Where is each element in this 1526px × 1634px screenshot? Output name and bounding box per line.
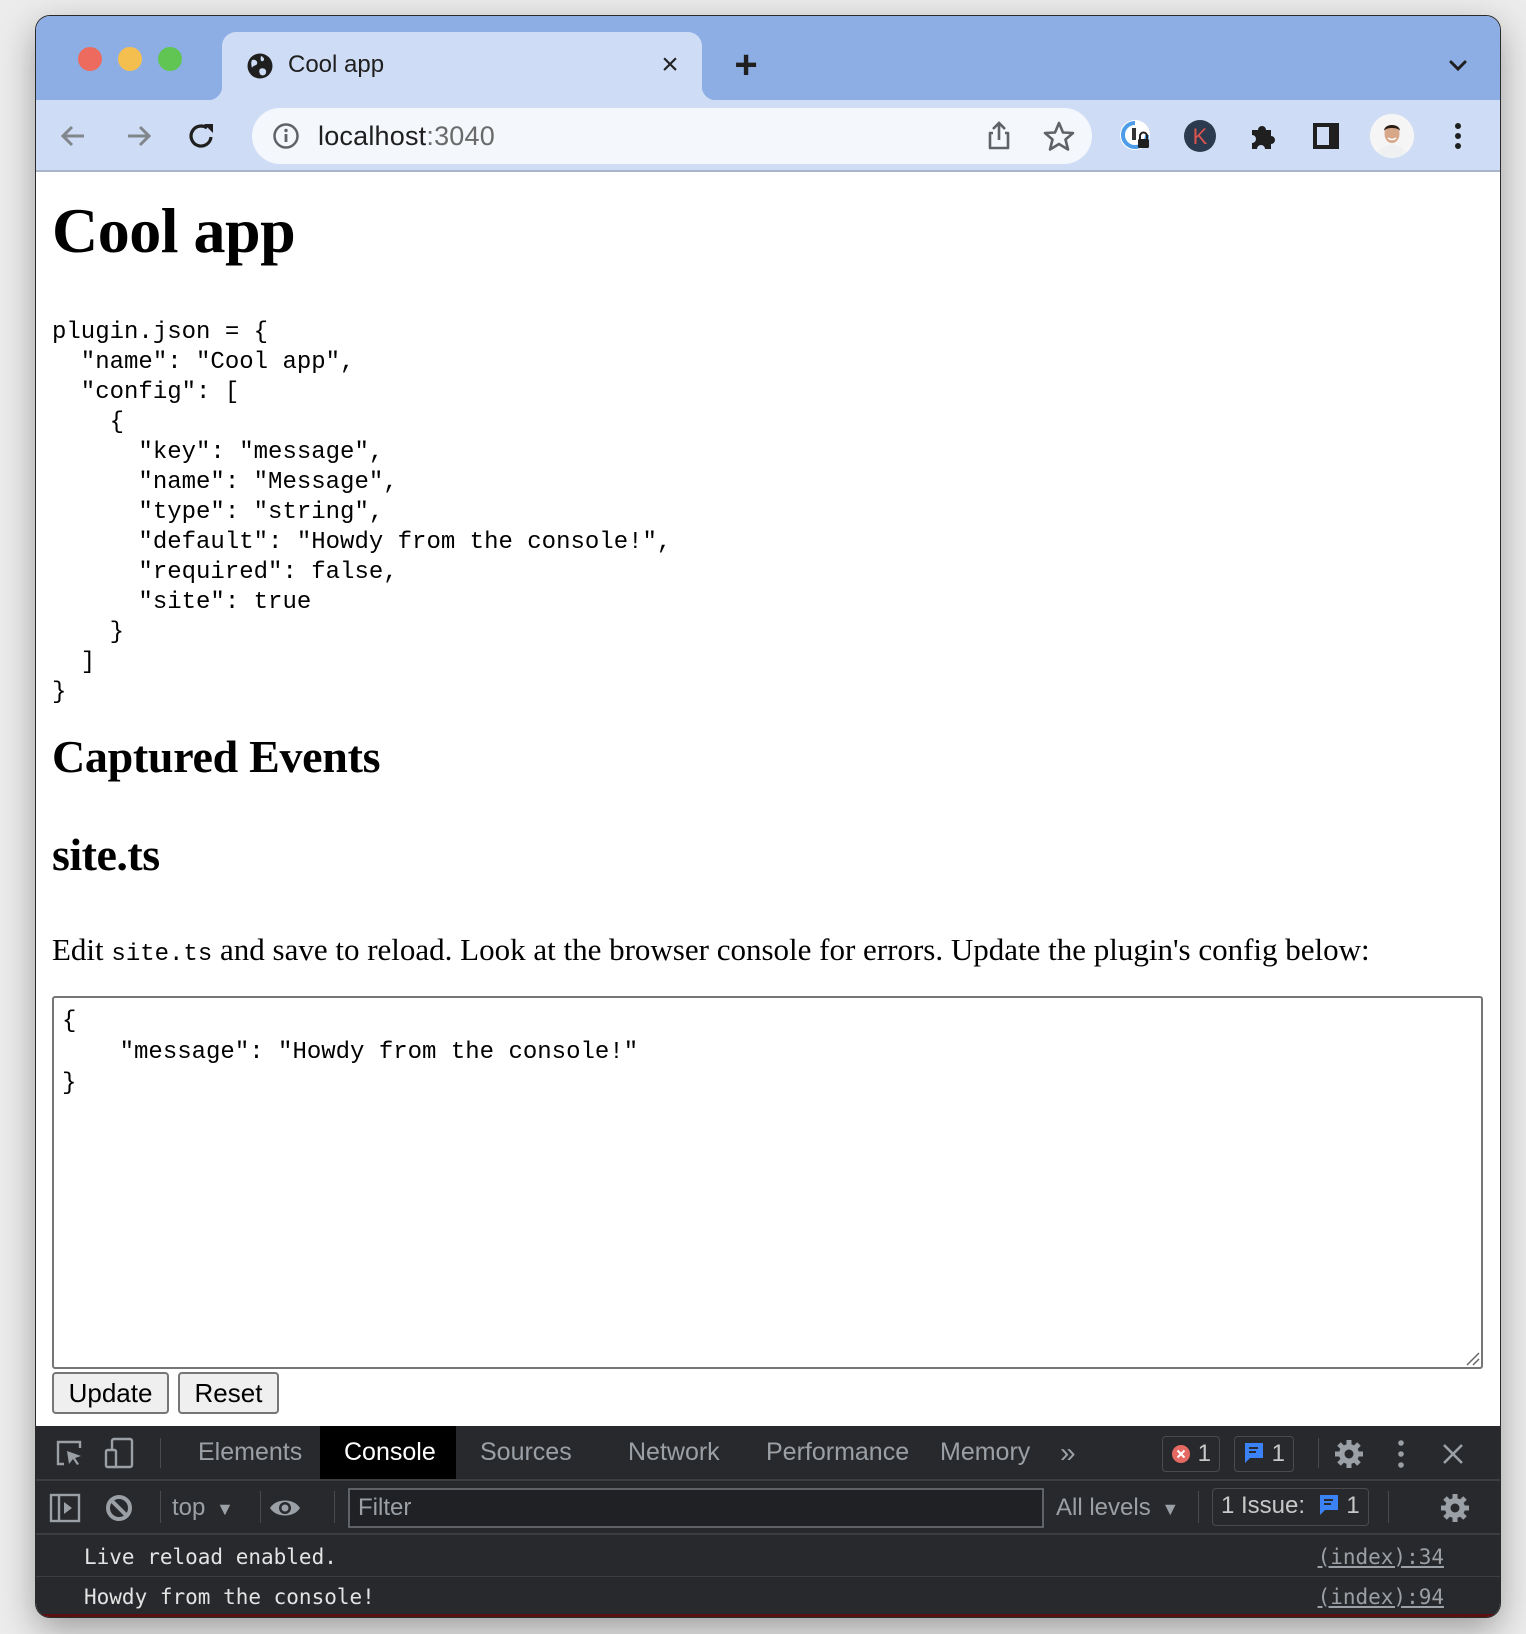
instructions-suffix: and save to reload. Look at the browser …	[212, 932, 1370, 967]
svg-text:K: K	[1193, 124, 1208, 149]
issues-count: 1	[1346, 1492, 1360, 1519]
separator	[160, 1491, 161, 1523]
window-minimize-button[interactable]	[118, 47, 142, 71]
message-icon	[1245, 1443, 1263, 1463]
settings-gear-icon[interactable]	[1332, 1437, 1366, 1471]
message-count-badge[interactable]: 1	[1234, 1436, 1295, 1472]
log-levels-label: All levels	[1056, 1494, 1151, 1521]
log-levels-dropdown[interactable]: All levels ▼	[1056, 1494, 1179, 1522]
page-title: Cool app	[52, 195, 296, 266]
plugin-json-block: plugin.json = { "name": "Cool app", "con…	[52, 319, 672, 706]
separator	[334, 1491, 335, 1523]
live-expression-eye-icon[interactable]	[268, 1491, 302, 1525]
devtools-panel: Elements Console Sources Network Perform…	[36, 1426, 1500, 1617]
log-message: Live reload enabled.	[84, 1545, 337, 1569]
address-bar[interactable]: localhost:3040	[252, 108, 1092, 164]
url-port: :3040	[426, 121, 495, 151]
clear-console-icon[interactable]	[102, 1491, 136, 1525]
forward-arrow-icon[interactable]	[120, 118, 156, 154]
device-toolbar-icon[interactable]	[102, 1436, 136, 1470]
browser-window: Cool app × + localhost:3040 K Cool app p…	[36, 16, 1500, 1617]
issues-label: 1 Issue:	[1221, 1492, 1306, 1519]
log-source-link[interactable]: (index):34	[1318, 1545, 1444, 1569]
devtools-tab-console[interactable]: Console	[320, 1426, 456, 1479]
update-button[interactable]: Update	[52, 1372, 169, 1414]
window-close-button[interactable]	[78, 47, 102, 71]
log-source-link[interactable]: (index):94	[1318, 1585, 1444, 1609]
separator	[260, 1491, 261, 1523]
window-maximize-button[interactable]	[158, 47, 182, 71]
issue-message-icon	[1319, 1495, 1338, 1515]
kebab-menu-icon[interactable]	[1440, 118, 1476, 154]
issues-badge[interactable]: 1 Issue: 1	[1212, 1488, 1369, 1526]
separator	[1388, 1491, 1389, 1523]
k-extension-icon[interactable]: K	[1182, 118, 1218, 154]
back-arrow-icon[interactable]	[56, 118, 92, 154]
puzzle-icon[interactable]	[1246, 118, 1282, 154]
reload-icon[interactable]	[184, 118, 220, 154]
context-label: top	[172, 1494, 206, 1521]
devtools-tab-row: Elements Console Sources Network Perform…	[36, 1426, 1500, 1481]
reset-button[interactable]: Reset	[178, 1372, 279, 1414]
page-content: Cool app plugin.json = { "name": "Cool a…	[36, 174, 1500, 1426]
console-settings-gear-icon[interactable]	[1438, 1491, 1472, 1525]
resize-grip-icon[interactable]	[1464, 1350, 1480, 1366]
devtools-more-icon[interactable]	[1384, 1437, 1418, 1471]
tab-strip: Cool app × +	[36, 16, 1500, 100]
error-count: 1	[1197, 1440, 1212, 1467]
separator	[1198, 1491, 1199, 1523]
devtools-tab-performance[interactable]: Performance	[742, 1426, 933, 1479]
separator	[160, 1438, 161, 1468]
context-selector[interactable]: top ▼	[172, 1494, 234, 1522]
tab-close-icon[interactable]: ×	[656, 50, 684, 80]
more-tabs-button[interactable]: »	[1036, 1426, 1100, 1479]
site-ts-heading: site.ts	[52, 829, 160, 880]
context-dropdown-icon: ▼	[216, 1499, 234, 1519]
inspect-element-icon[interactable]	[52, 1436, 86, 1470]
devtools-tab-elements[interactable]: Elements	[174, 1426, 326, 1479]
log-message: Howdy from the console!	[84, 1585, 375, 1609]
console-filter-row: top ▼ All levels ▼ 1 Issue: 1	[36, 1481, 1500, 1535]
bookmark-star-icon[interactable]	[1042, 120, 1076, 152]
instructions-prefix: Edit	[52, 932, 112, 967]
devtools-tab-network[interactable]: Network	[604, 1426, 744, 1479]
message-count: 1	[1271, 1440, 1286, 1467]
levels-dropdown-icon: ▼	[1161, 1499, 1180, 1519]
separator	[1318, 1438, 1319, 1468]
console-log-row: Live reload enabled. (index):34	[36, 1537, 1500, 1577]
console-filter-input[interactable]	[348, 1488, 1044, 1528]
chevron-down-icon[interactable]	[1444, 52, 1472, 80]
console-sidebar-icon[interactable]	[48, 1491, 82, 1525]
error-icon	[1172, 1445, 1190, 1463]
avatar-photo-icon	[1370, 114, 1414, 158]
sidebar-icon[interactable]	[1308, 118, 1344, 154]
url-host: localhost	[318, 121, 427, 151]
console-log-row: Howdy from the console! (index):94	[36, 1577, 1500, 1617]
profile-avatar[interactable]	[1370, 114, 1414, 158]
captured-events-heading: Captured Events	[52, 731, 381, 782]
devtools-close-icon[interactable]	[1436, 1437, 1470, 1471]
devtools-tab-memory[interactable]: Memory	[916, 1426, 1054, 1479]
globe-icon	[247, 53, 273, 79]
config-textarea[interactable]: { "message": "Howdy from the console!" }	[52, 996, 1483, 1369]
new-tab-button[interactable]: +	[728, 45, 764, 85]
devtools-tab-sources[interactable]: Sources	[456, 1426, 596, 1479]
1password-icon[interactable]	[1118, 118, 1154, 154]
url-text[interactable]: localhost:3040	[318, 121, 495, 152]
instructions-code: site.ts	[111, 941, 213, 968]
instructions-text: Edit site.ts and save to reload. Look at…	[52, 932, 1370, 968]
info-icon[interactable]	[272, 122, 300, 150]
browser-toolbar: localhost:3040 K	[36, 100, 1500, 172]
share-icon[interactable]	[984, 120, 1014, 152]
tab-title: Cool app	[288, 51, 385, 78]
devtools-bottom-border	[36, 1614, 1500, 1617]
error-count-badge[interactable]: 1	[1162, 1436, 1221, 1472]
browser-tab[interactable]: Cool app ×	[208, 32, 716, 100]
